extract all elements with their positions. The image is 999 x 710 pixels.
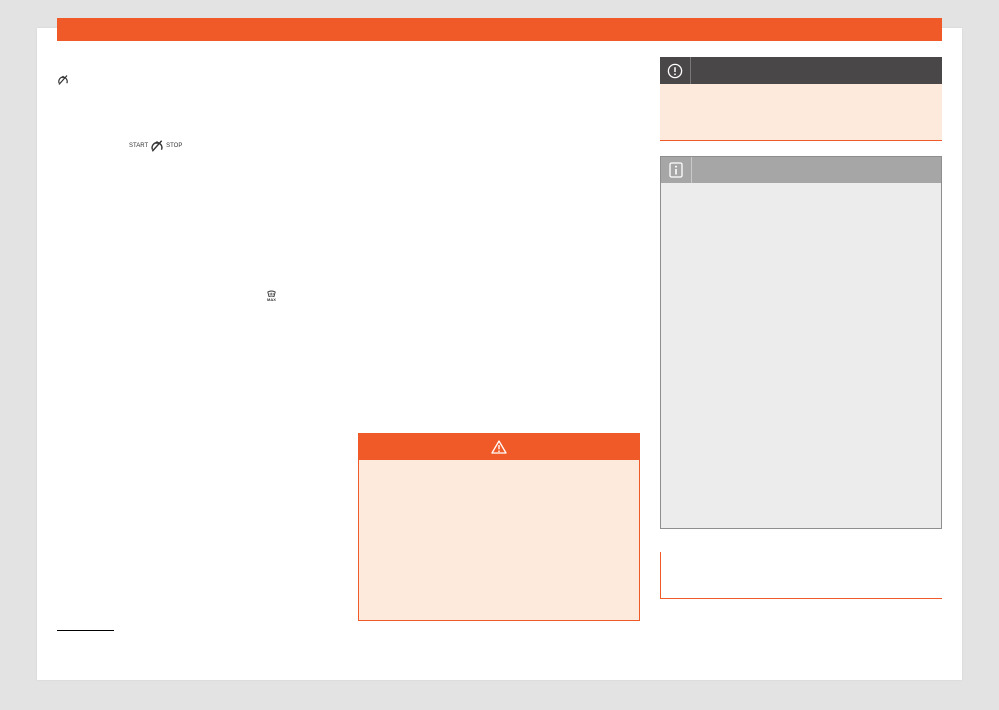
start-stop-button-symbol: START STOP xyxy=(129,139,182,153)
start-stop-off-icon xyxy=(58,75,68,85)
caution-header xyxy=(660,57,942,84)
warning-box xyxy=(358,433,640,621)
exclamation-circle-icon xyxy=(667,63,683,78)
info-box xyxy=(660,156,942,529)
info-icon xyxy=(669,162,683,178)
caution-box xyxy=(660,57,942,141)
stop-label: STOP xyxy=(166,143,183,149)
defrost-max-label: MAX xyxy=(267,297,276,302)
caution-icon-cell xyxy=(660,57,691,84)
footnote-separator xyxy=(57,630,114,631)
info-icon-cell xyxy=(661,157,692,183)
section-heading-box xyxy=(660,552,942,599)
start-label: START xyxy=(129,143,149,149)
start-stop-off-icon xyxy=(151,140,163,152)
warning-triangle-icon xyxy=(491,440,507,454)
chapter-header-bar xyxy=(57,18,942,41)
defrost-max-symbol: MAX xyxy=(267,290,276,302)
warning-header xyxy=(359,434,639,460)
start-stop-symbol xyxy=(57,74,69,86)
info-header xyxy=(661,157,941,183)
